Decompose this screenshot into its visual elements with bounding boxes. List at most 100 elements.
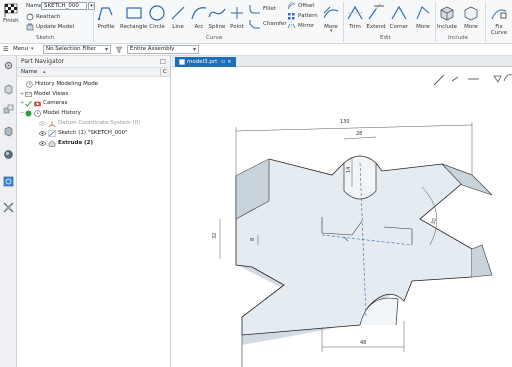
finish-button[interactable]: Finish <box>3 3 19 24</box>
column-header: Name ▴ C <box>17 68 170 77</box>
assembly-scope-dropdown[interactable]: Entire Assembly <box>127 45 199 54</box>
corner-button[interactable]: Corner <box>389 3 409 30</box>
sketch-name-field[interactable]: SKETCH_000 <box>41 2 87 10</box>
extrude-icon <box>48 140 56 147</box>
maximize-icon[interactable]: ☐ <box>160 56 166 68</box>
circle-icon <box>149 5 165 21</box>
arc-button[interactable]: Arc <box>189 3 209 30</box>
datum-csys-icon <box>48 120 56 127</box>
chamfer-label: Chamfer <box>263 21 287 27</box>
profile-button[interactable]: Profile <box>96 3 116 30</box>
constraint-navigator-icon[interactable] <box>3 126 14 137</box>
extend-label: Extend <box>366 24 386 30</box>
selection-filter-value: No Selection Filter <box>46 46 96 52</box>
include-label: Include <box>437 24 458 30</box>
selection-filter-dropdown[interactable]: No Selection Filter <box>43 45 111 54</box>
extrude-solid[interactable] <box>235 155 493 367</box>
column-name-header[interactable]: Name <box>21 69 37 75</box>
menu-hamburger-icon[interactable]: ☰ <box>3 46 8 53</box>
tree-row-cameras[interactable]: + Cameras <box>20 99 67 107</box>
tree-row-sketch[interactable]: Sketch (1) "SKETCH_000" <box>39 129 128 137</box>
part-navigator-icon[interactable] <box>3 84 14 95</box>
ribbon-separator <box>485 2 486 42</box>
trim-button[interactable]: Trim <box>345 3 365 30</box>
arc-view-icon[interactable] <box>503 74 512 82</box>
update-model-icon <box>26 23 34 31</box>
include-button[interactable]: Include <box>437 3 457 30</box>
view-icon <box>25 91 32 97</box>
gear-icon[interactable] <box>3 60 14 71</box>
include-more-button[interactable]: More <box>461 3 481 30</box>
reattach-button[interactable]: Reattach <box>26 13 61 21</box>
reuse-library-icon[interactable] <box>3 149 14 160</box>
fillet-button[interactable]: Fillet <box>249 4 276 14</box>
rectangle-button[interactable]: Rectangle <box>120 3 147 30</box>
line-button[interactable]: Line <box>168 3 188 30</box>
tab-pin-icon[interactable]: ▫ <box>221 57 225 67</box>
pattern-label: Pattern <box>298 13 318 19</box>
dim-48-text[interactable]: 48 <box>360 340 366 346</box>
dim-8-text[interactable]: 8 <box>250 238 256 241</box>
menu-button[interactable]: Menu <box>13 46 28 52</box>
visibility-eye-icon[interactable] <box>39 120 46 127</box>
line-view-icon[interactable] <box>433 74 445 86</box>
history-clock-icon <box>26 80 33 88</box>
name-label: Name <box>26 3 43 9</box>
curve-more-chevron-icon[interactable]: ▾ <box>330 28 333 34</box>
pattern-button[interactable]: Pattern <box>287 12 318 20</box>
selection-toolbar: ☰ Menu ▾ No Selection Filter Entire Asse… <box>0 44 512 56</box>
update-model-label: Update Model <box>36 24 75 30</box>
tree-row-model-views[interactable]: + Model Views <box>20 90 68 98</box>
top-slot <box>343 155 377 200</box>
column-c-header[interactable]: C <box>160 68 167 77</box>
chamfer-button[interactable]: Chamfer <box>249 19 287 29</box>
offset-label: Offset <box>298 3 315 9</box>
trim-icon <box>347 5 363 20</box>
resource-bar <box>0 56 17 367</box>
update-model-button[interactable]: Update Model <box>26 23 74 31</box>
tree-row-extrude[interactable]: Extrude (2) <box>39 139 93 147</box>
slope-view-icon[interactable] <box>451 76 459 82</box>
assembly-scope-value: Entire Assembly <box>130 46 175 52</box>
offset-button[interactable]: Offset <box>287 2 315 10</box>
filter-funnel-icon[interactable] <box>115 46 123 54</box>
profile-label: Profile <box>97 24 115 30</box>
tree-row-history-mode[interactable]: History Modeling Mode <box>26 80 98 88</box>
spline-icon <box>208 8 226 18</box>
circle-label: Circle <box>149 24 165 30</box>
tree-row-datum-csys[interactable]: Datum Coordinate System (0) <box>39 119 140 127</box>
roles-icon[interactable] <box>3 202 14 213</box>
circle-button[interactable]: Circle <box>147 3 167 30</box>
menu-chevron-icon[interactable]: ▾ <box>31 46 34 52</box>
dim-14-text[interactable]: 14 <box>346 167 352 173</box>
model-view[interactable]: 130 28 14 32 8 30 48 <box>172 67 512 367</box>
snap-view-icon[interactable] <box>493 75 502 83</box>
part-navigator-panel: Part Navigator ☐ Name ▴ C History Modeli… <box>17 56 171 367</box>
tree-label: Cameras <box>43 100 68 106</box>
edit-more-button[interactable]: More <box>413 3 433 30</box>
curve-more-button[interactable]: More <box>321 3 341 30</box>
tree-label: History Modeling Mode <box>35 81 99 87</box>
extend-button[interactable]: Extend <box>366 3 386 30</box>
graphics-canvas[interactable]: 130 28 14 32 8 30 48 <box>172 67 512 367</box>
sort-icon[interactable]: ▴ <box>43 68 46 77</box>
spline-button[interactable]: Spline <box>207 3 227 30</box>
tree-label: Datum Coordinate System (0) <box>58 120 141 126</box>
assembly-navigator-icon[interactable] <box>3 104 14 115</box>
more-icon <box>323 6 339 19</box>
dim-28-text[interactable]: 28 <box>356 131 362 137</box>
dim-32-text[interactable]: 32 <box>212 233 218 239</box>
fix-curve-button[interactable]: Fix Curve <box>489 3 509 36</box>
tree-label: Sketch (1) "SKETCH_000" <box>58 130 128 136</box>
graphics-tab-bar: model3.prt ▫ × <box>172 56 512 67</box>
mirror-button[interactable]: Mirror <box>287 22 314 30</box>
dim-130-text[interactable]: 130 <box>340 119 350 125</box>
tab-model3[interactable]: model3.prt ▫ × <box>175 57 236 67</box>
point-button[interactable]: Point <box>227 3 247 30</box>
edit-more-label: More <box>416 24 430 30</box>
visibility-eye-icon[interactable] <box>39 130 46 137</box>
visibility-eye-icon[interactable] <box>39 140 46 147</box>
web-browser-icon[interactable] <box>3 176 14 187</box>
tab-close-icon[interactable]: × <box>227 57 232 67</box>
tree-row-model-history[interactable]: − Model History <box>20 109 81 117</box>
